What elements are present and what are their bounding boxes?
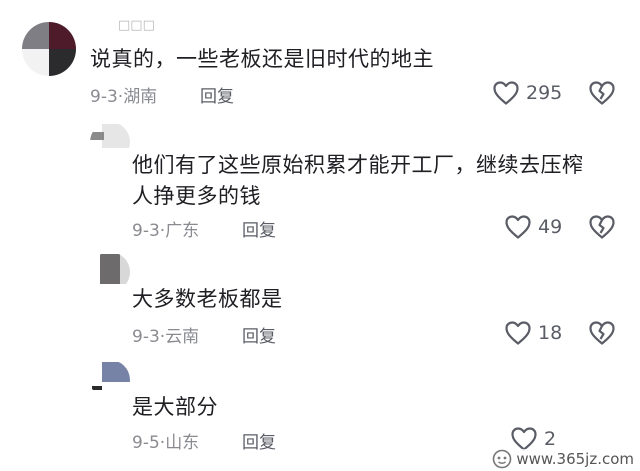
comment-item: □□□ 说真的，一些老板还是旧时代的地主 9-3·湖南 回复 295 [0, 0, 640, 112]
comment-text: 他们有了这些原始积累才能开工厂，继续去压榨 人挣更多的钱 [132, 150, 584, 212]
like-count: 2 [544, 428, 557, 450]
comment-text-line: 他们有了这些原始积累才能开工厂，继续去压榨 [132, 153, 584, 177]
dislike-button[interactable] [588, 214, 616, 240]
comment-meta: 9-3·广东 回复 [132, 216, 332, 241]
comment-date: 9-3 [132, 221, 160, 241]
comment-text: 大多数老板都是 [132, 284, 283, 315]
site-watermark: www.365jz.com [492, 449, 634, 469]
comment-text-line: 是大部分 [132, 395, 218, 419]
like-count: 18 [538, 322, 563, 344]
avatar[interactable] [90, 252, 130, 292]
reply-button[interactable]: 回复 [242, 428, 276, 453]
avatar[interactable] [22, 22, 76, 76]
comment-meta: 9-5·山东 回复 [132, 428, 332, 453]
comment-item: 大多数老板都是 9-3·云南 回复 18 [0, 242, 640, 350]
username[interactable]: □□□ [118, 18, 155, 33]
comment-location: 湖南 [123, 87, 158, 107]
heart-icon [504, 214, 532, 240]
comment-date: 9-3 [132, 327, 160, 347]
comment-text: 说真的，一些老板还是旧时代的地主 [90, 44, 434, 75]
like-count: 295 [526, 82, 563, 104]
heart-icon [504, 320, 532, 346]
broken-heart-icon [588, 320, 616, 346]
like-button[interactable]: 295 [492, 80, 562, 106]
like-button[interactable]: 18 [504, 320, 562, 346]
dislike-button[interactable] [588, 80, 616, 106]
watermark-text: www.365jz.com [516, 450, 634, 468]
comment-text-line: 人挣更多的钱 [132, 184, 261, 208]
heart-icon [492, 80, 520, 106]
watermark-logo-icon [492, 449, 512, 469]
comment-location: 广东 [165, 221, 200, 241]
comment-text-line: 大多数老板都是 [132, 287, 283, 311]
comment-meta: 9-3·湖南 回复 [90, 82, 290, 107]
comment-date: 9-3 [90, 87, 118, 107]
reply-button[interactable]: 回复 [242, 322, 276, 347]
comment-location: 山东 [165, 433, 200, 453]
comment-location: 云南 [165, 327, 200, 347]
avatar[interactable] [90, 360, 130, 400]
like-button[interactable]: 49 [504, 214, 562, 240]
comment-item: 他们有了这些原始积累才能开工厂，继续去压榨 人挣更多的钱 9-3·广东 回复 4… [0, 112, 640, 242]
reply-button[interactable]: 回复 [200, 82, 234, 107]
reply-button[interactable]: 回复 [242, 216, 276, 241]
broken-heart-icon [588, 214, 616, 240]
broken-heart-icon [588, 80, 616, 106]
comment-meta: 9-3·云南 回复 [132, 322, 332, 347]
comment-date: 9-5 [132, 433, 160, 453]
like-count: 49 [538, 216, 563, 238]
avatar[interactable] [90, 122, 130, 162]
comment-text-line: 说真的，一些老板还是旧时代的地主 [90, 47, 434, 71]
dislike-button[interactable] [588, 320, 616, 346]
comment-text: 是大部分 [132, 392, 218, 423]
